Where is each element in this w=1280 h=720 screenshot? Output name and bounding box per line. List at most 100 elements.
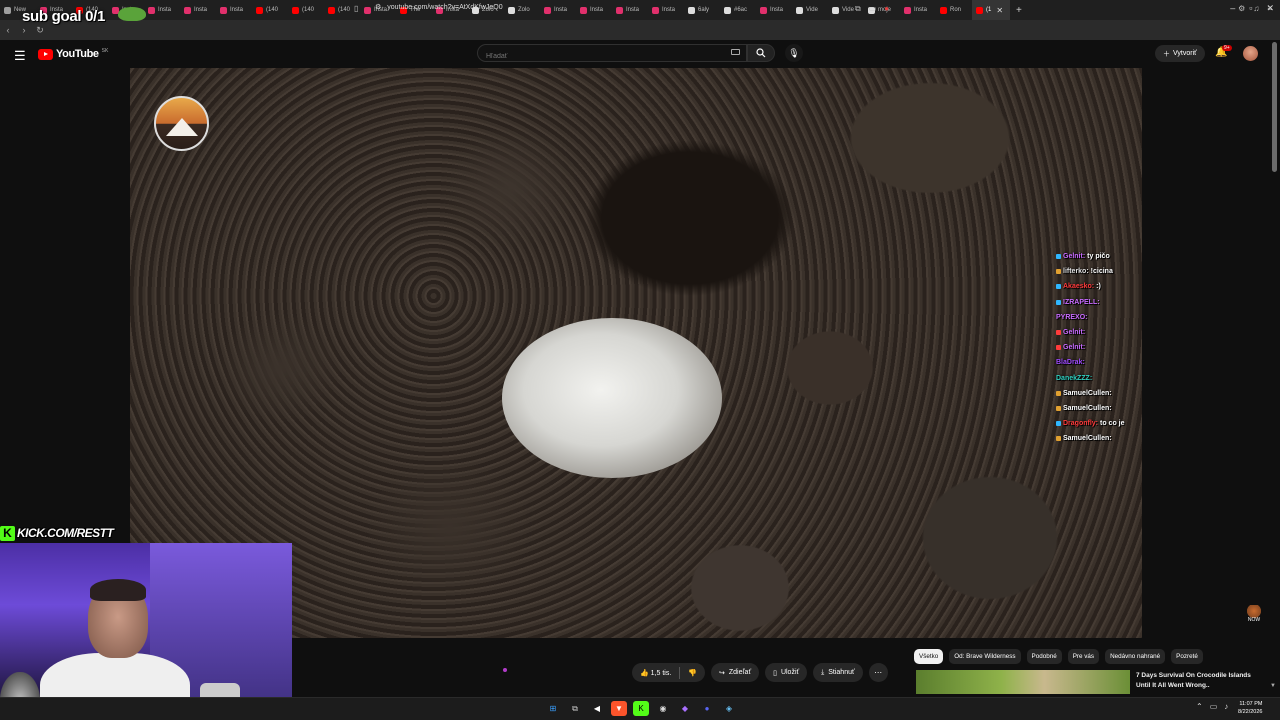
browser-tab[interactable]: Zolo	[504, 0, 540, 20]
create-button[interactable]: ＋ Vytvoriť	[1155, 45, 1205, 62]
browser-tab[interactable]: Insta	[648, 0, 684, 20]
tab-label: (1	[986, 7, 992, 13]
tab-label: Insta	[770, 7, 784, 13]
search-input[interactable]	[478, 48, 718, 65]
discord-icon[interactable]: ●	[699, 701, 715, 716]
steam-icon[interactable]: ◈	[721, 701, 737, 716]
site-info-icon[interactable]: ⚙	[375, 3, 381, 11]
youtube-logo[interactable]: YouTube SK	[38, 48, 108, 60]
url-field[interactable]: ⚙ youtube.com/watch?v=AtXdKfwJeQ0	[375, 3, 503, 12]
filter-chip[interactable]: Podobné	[1026, 649, 1062, 664]
filter-chip[interactable]: Pre vás	[1067, 649, 1100, 664]
kick-logo-icon: K	[0, 525, 15, 541]
recommended-video-thumbnail[interactable]	[916, 670, 1130, 694]
chat-badge-icon	[1056, 284, 1061, 290]
new-tab-icon[interactable]: +	[1010, 5, 1028, 16]
chat-username: Gelnit:	[1063, 344, 1086, 352]
tab-favicon-icon	[184, 6, 191, 14]
reload-icon[interactable]: ↻	[32, 25, 48, 36]
hamburger-menu-icon[interactable]: ☰	[14, 48, 26, 64]
browser-tab[interactable]: Insta	[144, 0, 180, 20]
more-actions-button[interactable]: ⋯	[868, 663, 888, 682]
channel-watermark-logo[interactable]	[154, 96, 209, 151]
tab-favicon-icon	[616, 6, 623, 14]
filter-chip[interactable]: Od: Brave Wilderness	[949, 649, 1021, 664]
tab-favicon-icon	[256, 6, 263, 14]
browser-tab[interactable]: Insta	[180, 0, 216, 20]
system-tray: ⌃ ▭ ♪	[1196, 702, 1228, 711]
filter-chip[interactable]: Všetko	[914, 649, 944, 664]
tab-favicon-icon	[148, 6, 155, 14]
forward-icon[interactable]: ›	[16, 25, 32, 35]
browser-tab[interactable]: Insta	[216, 0, 252, 20]
search-button[interactable]	[747, 44, 775, 62]
volume-icon[interactable]: ♪	[1224, 702, 1228, 711]
browser-tab[interactable]: Insta	[756, 0, 792, 20]
capcut-icon[interactable]: ◀	[589, 701, 605, 716]
chat-message: SamuelCullen:	[1056, 386, 1176, 401]
chat-username: PYREXO:	[1056, 313, 1088, 321]
browser-tab[interactable]: (1 ✕	[972, 0, 1010, 20]
voice-search-button[interactable]: 🎙	[785, 44, 803, 62]
tab-label: (140	[266, 7, 279, 13]
tab-favicon-icon	[580, 6, 587, 14]
filter-chip[interactable]: Nedávno nahrané	[1105, 649, 1166, 664]
tab-favicon-icon	[688, 6, 695, 14]
scroll-down-icon[interactable]: ▼	[1270, 683, 1276, 689]
cast-icon[interactable]: ▭	[869, 4, 877, 14]
chat-message: Akaesko::)	[1056, 279, 1176, 294]
taskbar-clock[interactable]: 11:07 PM 8/22/2026	[1238, 700, 1262, 716]
browser-tab[interactable]: Vide	[792, 0, 828, 20]
youtube-play-icon	[38, 48, 53, 60]
browser-tab[interactable]: (140	[288, 0, 324, 20]
browser-tab[interactable]: Insta	[576, 0, 612, 20]
filter-chip[interactable]: Pozreté	[1171, 649, 1203, 664]
like-button[interactable]: 👍 1,5 tis.	[640, 669, 671, 677]
tab-close-icon[interactable]: ✕	[996, 6, 1003, 15]
chat-message: Gelnit:	[1056, 340, 1176, 355]
task-view-icon[interactable]: ⧉	[567, 701, 583, 716]
tab-label: Insta	[194, 7, 208, 13]
bookmark-icon[interactable]: ▯	[354, 4, 358, 13]
url-text: youtube.com/watch?v=AtXdKfwJeQ0	[387, 3, 503, 11]
search-box	[477, 44, 747, 65]
chat-username: IZRAPELL:	[1063, 298, 1100, 306]
browser-tab[interactable]: Ron	[936, 0, 972, 20]
save-button[interactable]: ▯ Uložiť	[765, 663, 808, 682]
tray-chevron-icon[interactable]: ⌃	[1196, 702, 1203, 711]
twitch-icon[interactable]: ◆	[677, 701, 693, 716]
network-icon[interactable]: ▭	[1210, 702, 1218, 711]
tab-label: Insta	[158, 7, 172, 13]
browser-tab[interactable]: Insta	[540, 0, 576, 20]
kick-app-icon[interactable]: K	[633, 701, 649, 716]
minimize-icon[interactable]: –	[1230, 3, 1235, 14]
toolbar-right: ⚙ ♫ ≡	[1238, 4, 1272, 13]
chat-badge-icon	[1056, 299, 1061, 305]
obs-icon[interactable]: ◉	[655, 701, 671, 716]
chat-username: SamuelCullen:	[1063, 404, 1112, 412]
brave-browser-icon[interactable]: ▼	[611, 701, 627, 716]
browser-tab[interactable]: Insta	[900, 0, 936, 20]
back-icon[interactable]: ‹	[0, 25, 16, 35]
tab-favicon-icon	[652, 6, 659, 14]
browser-tab[interactable]: #6ac	[720, 0, 756, 20]
extensions-icon[interactable]: ⚙	[1238, 4, 1245, 13]
browser-tab-strip: NewInsta(140InstaInstaInstaInsta(140(140…	[0, 0, 1280, 20]
avatar[interactable]	[1243, 46, 1258, 61]
dislike-button[interactable]: 👎	[688, 669, 697, 677]
share-button[interactable]: ↪ Zdieľať	[711, 663, 760, 682]
chat-username: Akaesko:	[1063, 283, 1095, 291]
browser-tab[interactable]: 6aly	[684, 0, 720, 20]
browser-tab[interactable]: Insta	[612, 0, 648, 20]
browser-menu-icon[interactable]: ≡	[1267, 4, 1272, 13]
windows-start-icon[interactable]: ⊞	[545, 701, 561, 716]
download-button[interactable]: ⤓ Stiahnuť	[813, 663, 863, 682]
extension-icon[interactable]: ●	[884, 4, 889, 14]
translate-icon[interactable]: ⧉	[855, 4, 861, 14]
tab-label: Insta	[662, 7, 676, 13]
media-icon[interactable]: ♫	[1253, 4, 1259, 13]
keyboard-icon[interactable]	[731, 49, 740, 55]
page-scrollbar[interactable]	[1272, 42, 1277, 172]
recommended-video-title[interactable]: 7 Days Survival On Crocodile Islands Unt…	[1136, 671, 1266, 690]
browser-tab[interactable]: (140	[252, 0, 288, 20]
